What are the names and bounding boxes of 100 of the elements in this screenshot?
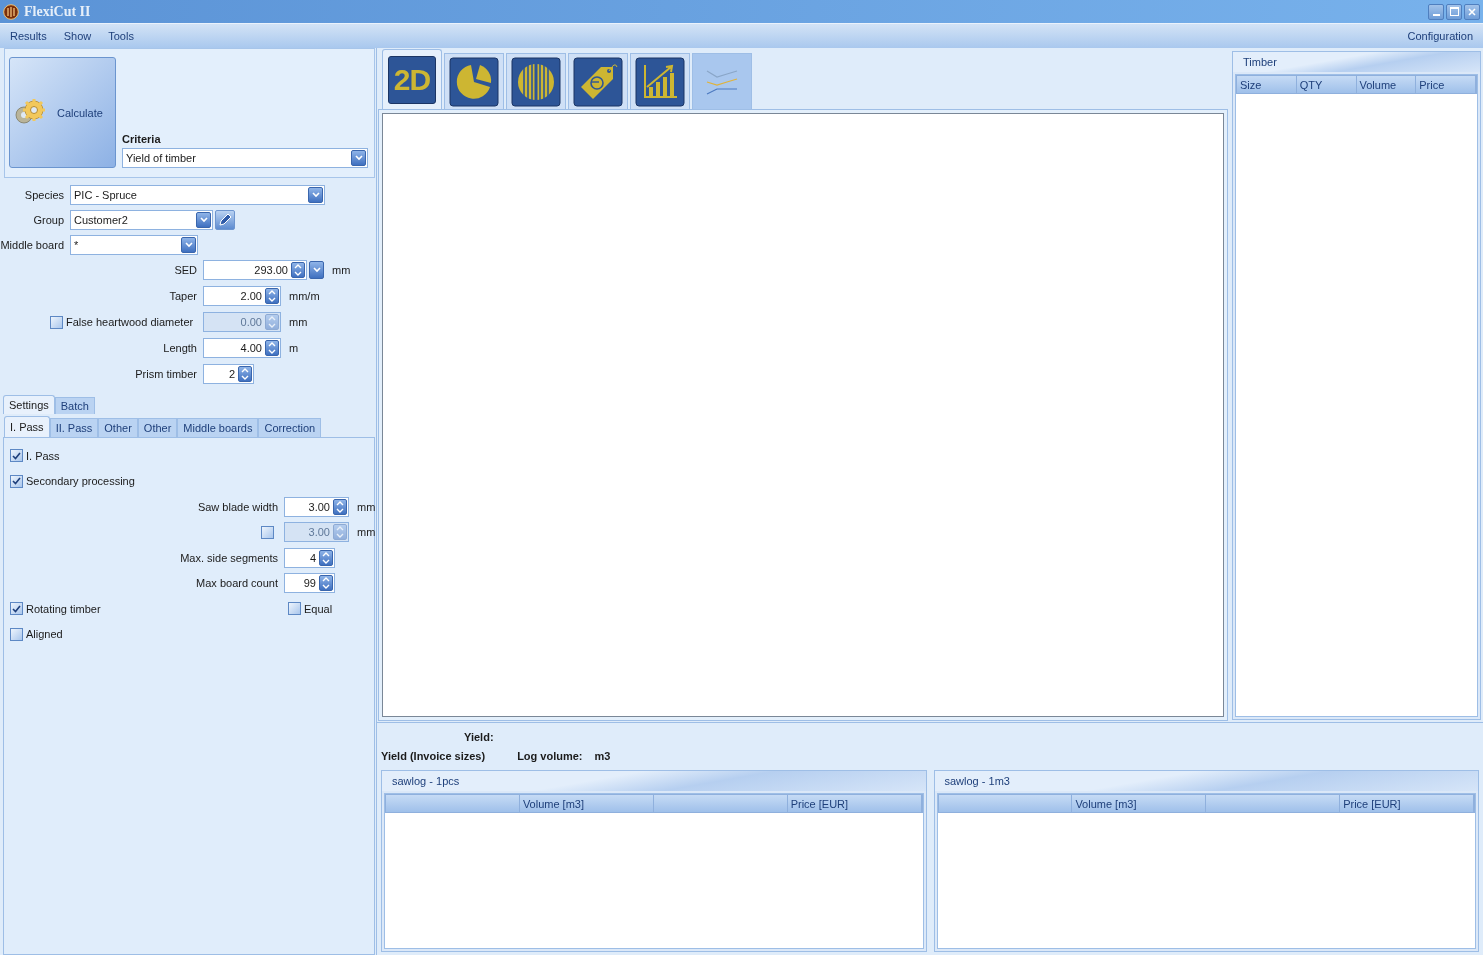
- dropdown-field[interactable]: Yield of timber: [122, 148, 368, 168]
- checkbox-label[interactable]: Rotating timber: [26, 602, 101, 615]
- panel-title: sawlog - 1pcs: [382, 771, 926, 791]
- number-field[interactable]: 2.00: [203, 286, 281, 306]
- spin-button[interactable]: [333, 498, 347, 515]
- column-header[interactable]: Price [EUR]: [1343, 797, 1401, 810]
- unit-label: mm: [289, 316, 308, 328]
- tab[interactable]: Other: [98, 418, 138, 437]
- unit-label: mm: [332, 264, 351, 276]
- tab[interactable]: I. Pass: [4, 416, 50, 437]
- chevron-up-icon: [294, 264, 302, 269]
- spin-button[interactable]: [319, 575, 333, 592]
- column-header[interactable]: Volume [m3]: [522, 797, 584, 810]
- chevron-up-icon: [322, 577, 330, 583]
- checkbox[interactable]: [288, 602, 301, 616]
- view-tab[interactable]: 2D: [382, 49, 442, 109]
- checkbox[interactable]: [10, 474, 23, 488]
- field-label: Taper: [169, 290, 197, 302]
- column-header[interactable]: Price: [1419, 78, 1445, 91]
- dropdown-button[interactable]: [181, 236, 196, 253]
- tab[interactable]: Settings: [3, 395, 55, 414]
- tab[interactable]: II. Pass: [49, 418, 99, 437]
- dropdown-field[interactable]: *: [70, 234, 198, 255]
- chevron-up-icon: [268, 316, 276, 321]
- chevron-down-icon: [354, 155, 363, 161]
- chevron-down-icon: [268, 349, 276, 354]
- view-tab[interactable]: [444, 53, 504, 109]
- menu-item[interactable]: Show: [63, 30, 92, 42]
- dropdown-button[interactable]: [351, 150, 366, 166]
- chevron-down-icon: [268, 297, 276, 302]
- column-header[interactable]: Size: [1240, 78, 1262, 91]
- view-tab[interactable]: [568, 53, 628, 109]
- criteria-label: Criteria: [122, 133, 162, 145]
- field-label: Saw blade width: [197, 500, 278, 513]
- menu-item[interactable]: Results: [10, 30, 47, 42]
- chevron-up-icon: [241, 368, 249, 373]
- spin-button[interactable]: [291, 262, 305, 278]
- checkbox-label[interactable]: False heartwood diameter: [66, 316, 194, 328]
- dropdown-button[interactable]: [308, 186, 323, 203]
- field-label: SED: [174, 264, 197, 276]
- menu-item[interactable]: Configuration: [1407, 30, 1473, 42]
- maximize-button[interactable]: [1446, 3, 1462, 20]
- view-tab[interactable]: [506, 53, 566, 109]
- spin-button[interactable]: [265, 288, 279, 304]
- menu-item[interactable]: Tools: [108, 30, 134, 42]
- chevron-down-icon: [336, 507, 344, 513]
- field-label: Max. side segments: [180, 551, 278, 564]
- yield-invoice-label: Yield (Invoice sizes): [381, 749, 486, 762]
- spin-button[interactable]: [238, 366, 252, 382]
- column-header[interactable]: Volume: [1359, 78, 1397, 91]
- checkbox[interactable]: [10, 602, 23, 616]
- edit-button[interactable]: [215, 209, 235, 230]
- tab[interactable]: Batch: [54, 397, 95, 414]
- close-button[interactable]: [1464, 3, 1480, 20]
- checkbox[interactable]: [261, 525, 274, 539]
- tab[interactable]: Middle boards: [177, 418, 259, 437]
- tab[interactable]: Correction: [258, 418, 322, 437]
- minimize-icon: [1432, 13, 1440, 16]
- column-header[interactable]: Volume [m3]: [1075, 797, 1137, 810]
- dropdown-button[interactable]: [196, 211, 211, 228]
- column-header[interactable]: Price [EUR]: [790, 797, 849, 810]
- number-field[interactable]: 99: [284, 573, 335, 594]
- minimize-button[interactable]: [1428, 3, 1444, 20]
- number-field[interactable]: 4.00: [203, 338, 281, 358]
- calculate-button[interactable]: Calculate: [9, 57, 116, 168]
- chevron-up-icon: [268, 290, 276, 295]
- bar-chart-icon: [635, 56, 685, 107]
- number-field[interactable]: 3.00: [284, 496, 349, 517]
- dropdown-field[interactable]: PIC - Spruce: [70, 184, 325, 205]
- chevron-down-icon: [294, 271, 302, 276]
- chevron-down-icon: [199, 216, 208, 223]
- checkbox[interactable]: [10, 627, 23, 641]
- spin-button[interactable]: [319, 549, 333, 566]
- column-header[interactable]: QTY: [1299, 78, 1323, 91]
- chevron-down-icon: [241, 375, 249, 380]
- tab[interactable]: Other: [137, 418, 178, 437]
- checkbox-label[interactable]: Secondary processing: [26, 475, 135, 488]
- chevron-up-icon: [322, 551, 330, 557]
- number-field[interactable]: 3.00: [284, 522, 349, 543]
- checkbox[interactable]: [50, 315, 63, 329]
- dropdown-field[interactable]: Customer2: [70, 209, 213, 230]
- chevron-down-icon: [322, 584, 330, 590]
- checkbox[interactable]: [10, 449, 23, 463]
- dropdown-button[interactable]: [309, 261, 324, 279]
- pencil-icon: [217, 211, 233, 228]
- chevron-down-icon: [322, 558, 330, 564]
- panel-title: sawlog - 1m3: [934, 771, 1478, 791]
- number-field[interactable]: 4: [284, 547, 335, 568]
- chevron-down-icon: [336, 533, 344, 539]
- checkbox-label[interactable]: Equal: [304, 602, 333, 615]
- checkbox-label[interactable]: Aligned: [26, 628, 63, 641]
- checkbox-label[interactable]: I. Pass: [26, 449, 60, 462]
- number-field[interactable]: 0.00: [203, 312, 281, 332]
- view-tab[interactable]: [630, 53, 690, 109]
- pie-chart-icon: [449, 56, 499, 107]
- app-logo-icon: [3, 3, 19, 20]
- spin-button[interactable]: [265, 340, 279, 356]
- number-field[interactable]: 293.00: [203, 260, 307, 280]
- number-field[interactable]: 2: [203, 364, 254, 384]
- euro-price-tag-icon: [573, 56, 623, 107]
